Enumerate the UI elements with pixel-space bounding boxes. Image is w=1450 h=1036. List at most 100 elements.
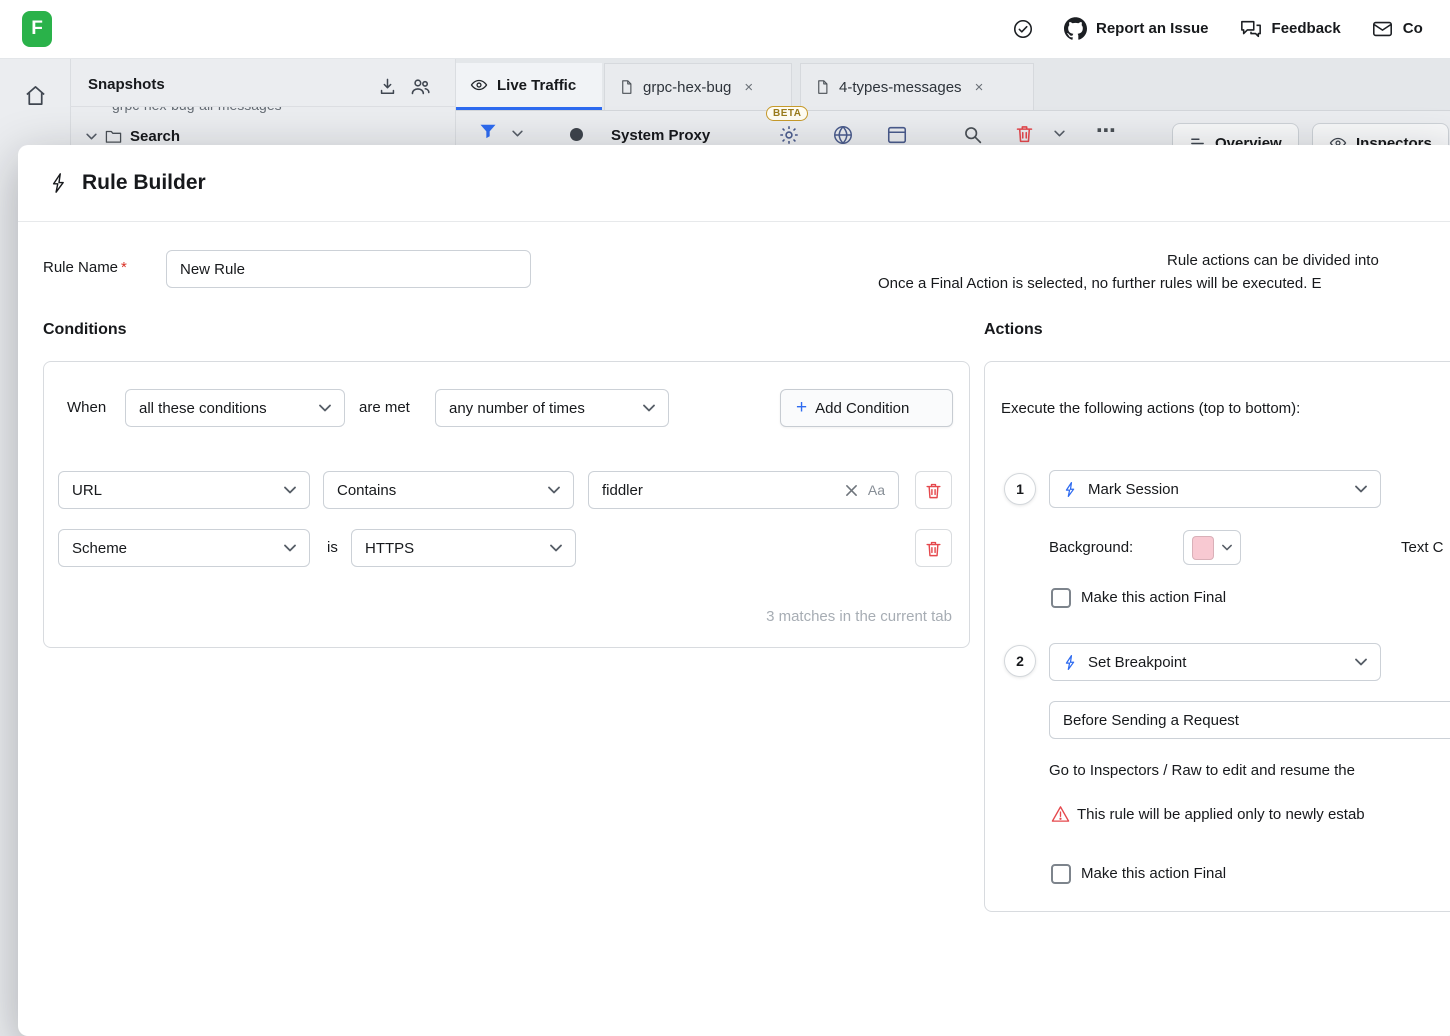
mail-icon xyxy=(1371,18,1394,40)
snapshots-share-button[interactable] xyxy=(410,76,431,97)
tab-close-icon[interactable]: × xyxy=(975,79,984,96)
condition2-value: HTTPS xyxy=(365,540,414,557)
times-select[interactable]: any number of times xyxy=(435,389,669,427)
chevron-down-icon xyxy=(550,544,562,552)
clear-icon[interactable] xyxy=(845,484,858,497)
condition1-operator-select[interactable]: Contains xyxy=(323,471,574,509)
feedback-button[interactable]: Feedback xyxy=(1239,18,1341,40)
trash-icon xyxy=(924,539,943,558)
chevron-down-icon xyxy=(284,486,296,494)
snapshots-list: grpc-hex-bug-all-messages Search xyxy=(70,107,455,145)
status-check-button[interactable] xyxy=(1012,18,1034,40)
chevron-down-icon xyxy=(86,133,97,140)
background-color-select[interactable] xyxy=(1183,530,1241,565)
breakpoint-timing-select[interactable]: Before Sending a Request xyxy=(1049,701,1450,739)
filter-dropdown-button[interactable] xyxy=(512,130,523,137)
window-icon xyxy=(886,124,908,146)
chevron-down-icon xyxy=(284,544,296,552)
search-icon xyxy=(962,124,983,145)
add-condition-label: Add Condition xyxy=(815,400,909,417)
condition1-operator-value: Contains xyxy=(337,482,396,499)
match-type-value: all these conditions xyxy=(139,400,267,417)
match-type-select[interactable]: all these conditions xyxy=(125,389,345,427)
tab-4-types-messages[interactable]: 4-types-messages × xyxy=(800,63,1034,110)
chevron-down-icon xyxy=(319,404,331,412)
chevron-down-icon xyxy=(1355,485,1367,493)
modal-header: Rule Builder xyxy=(18,145,1450,222)
are-met-label: are met xyxy=(359,399,410,416)
filter-button[interactable] xyxy=(478,121,498,141)
report-issue-label: Report an Issue xyxy=(1096,20,1209,37)
funnel-icon xyxy=(478,121,498,141)
action1-type-select[interactable]: Mark Session xyxy=(1049,470,1381,508)
report-issue-button[interactable]: Report an Issue xyxy=(1064,17,1209,40)
condition2-delete-button[interactable] xyxy=(915,529,952,567)
execute-label: Execute the following actions (top to bo… xyxy=(1001,400,1300,417)
lightning-icon xyxy=(49,172,69,194)
condition1-field-select[interactable]: URL xyxy=(58,471,310,509)
rule-name-input[interactable] xyxy=(166,250,531,288)
condition2-field-select[interactable]: Scheme xyxy=(58,529,310,567)
people-icon xyxy=(410,76,431,97)
when-label: When xyxy=(67,399,106,416)
warning-triangle-icon xyxy=(1051,805,1070,823)
download-icon xyxy=(378,77,397,96)
times-value: any number of times xyxy=(449,400,585,417)
tab-label: grpc-hex-bug xyxy=(643,79,731,96)
condition1-field-value: URL xyxy=(72,482,102,499)
chevron-down-icon xyxy=(1355,658,1367,666)
feedback-label: Feedback xyxy=(1272,20,1341,37)
case-sensitive-toggle[interactable]: Aa xyxy=(868,482,885,498)
check-circle-icon xyxy=(1012,18,1034,40)
action2-number: 2 xyxy=(1004,645,1036,677)
network-button[interactable] xyxy=(832,124,854,146)
rule-info-line1: Rule actions can be divided into xyxy=(1167,252,1379,269)
beta-badge: BETA xyxy=(766,106,808,121)
app-screen: F Report an Issue Feedback Co Snapshots xyxy=(0,0,1450,1036)
top-bar: F Report an Issue Feedback Co xyxy=(0,0,1450,59)
add-condition-button[interactable]: + Add Condition xyxy=(780,389,953,427)
chevron-down-icon xyxy=(1222,544,1232,551)
action1-final-checkbox[interactable] xyxy=(1051,588,1071,608)
warning-text: This rule will be applied only to newly … xyxy=(1077,806,1365,823)
snapshot-group-search[interactable]: Search xyxy=(86,128,180,145)
clear-traffic-button[interactable] xyxy=(1014,123,1035,144)
snapshots-download-button[interactable] xyxy=(378,77,397,96)
document-icon xyxy=(815,79,830,95)
chevron-down-icon xyxy=(512,130,523,137)
tab-grpc-hex-bug[interactable]: grpc-hex-bug × xyxy=(604,63,792,110)
traffic-search-button[interactable] xyxy=(962,124,983,145)
rule-name-label: Rule Name* xyxy=(43,259,127,276)
clear-options-button[interactable] xyxy=(1054,130,1065,137)
system-proxy-label[interactable]: System Proxy xyxy=(611,127,710,144)
condition1-delete-button[interactable] xyxy=(915,471,952,509)
more-actions-button[interactable]: ⋯ xyxy=(1096,118,1118,143)
tab-close-icon[interactable]: × xyxy=(744,79,753,96)
condition1-value-input[interactable]: fiddler Aa xyxy=(588,471,899,509)
action2-final-checkbox[interactable] xyxy=(1051,864,1071,884)
folder-icon xyxy=(105,129,122,144)
record-button[interactable] xyxy=(570,128,583,141)
fiddler-logo[interactable]: F xyxy=(22,11,52,47)
snapshot-item-partial[interactable]: grpc-hex-bug-all-messages xyxy=(112,107,282,113)
capture-settings-button[interactable] xyxy=(778,124,800,146)
contact-label: Co xyxy=(1403,20,1423,37)
rule-info-line2: Once a Final Action is selected, no furt… xyxy=(878,275,1322,292)
tab-live-traffic[interactable]: Live Traffic xyxy=(456,63,602,110)
logo-letter: F xyxy=(31,18,43,40)
snapshot-group-label: Search xyxy=(130,128,180,145)
window-capture-button[interactable] xyxy=(886,124,908,146)
condition2-field-value: Scheme xyxy=(72,540,127,557)
home-icon xyxy=(24,84,47,107)
action2-type-select[interactable]: Set Breakpoint xyxy=(1049,643,1381,681)
matches-count-text: 3 matches in the current tab xyxy=(766,608,952,625)
condition2-value-select[interactable]: HTTPS xyxy=(351,529,576,567)
gear-icon xyxy=(778,124,800,146)
lightning-icon xyxy=(1063,654,1078,671)
chevron-down-icon xyxy=(548,486,560,494)
contact-button[interactable]: Co xyxy=(1371,18,1423,40)
condition1-value: fiddler xyxy=(602,482,643,499)
home-button[interactable] xyxy=(24,84,47,107)
lightning-icon xyxy=(1063,481,1078,498)
conditions-panel: When all these conditions are met any nu… xyxy=(43,361,970,648)
